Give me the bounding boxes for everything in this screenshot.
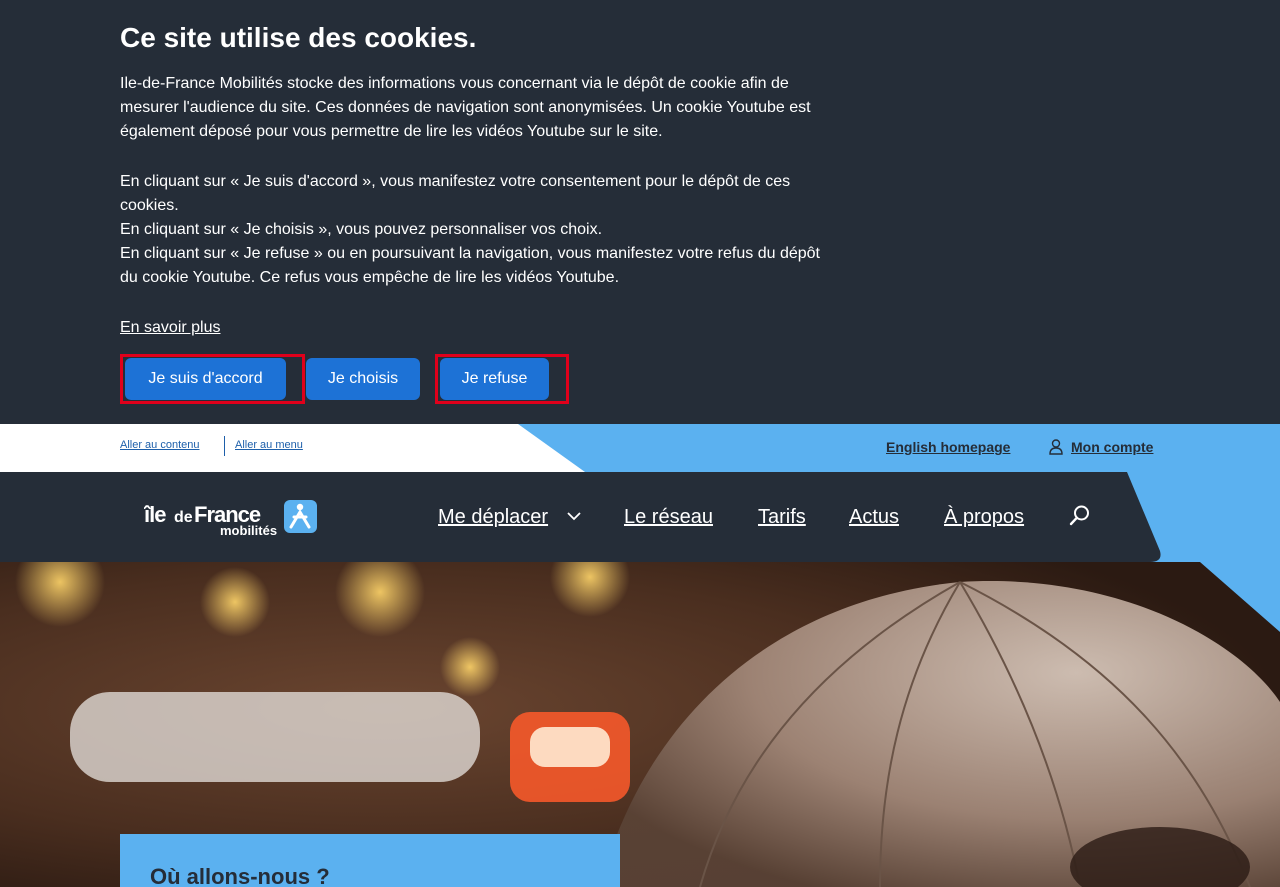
nav-le-reseau[interactable]: Le réseau <box>624 505 713 529</box>
logo-figure-icon <box>284 500 317 533</box>
learn-more-link[interactable]: En savoir plus <box>120 316 221 340</box>
cookie-buttons: Je suis d'accord Je choisis Je refuse <box>120 354 580 404</box>
search-card: Où allons-nous ? <box>120 834 620 887</box>
cookie-consent-refuse-text: En cliquant sur « Je refuse » ou en pour… <box>120 245 820 286</box>
cookie-consent-choose-text: En cliquant sur « Je choisis », vous pou… <box>120 221 603 238</box>
skip-link-divider <box>224 436 225 456</box>
cookie-content: Ce site utilise des cookies. Ile-de-Fran… <box>120 20 820 340</box>
cookie-banner: Ce site utilise des cookies. Ile-de-Fran… <box>0 0 1280 424</box>
nav-actus[interactable]: Actus <box>849 505 899 529</box>
skip-to-menu-link[interactable]: Aller au menu <box>235 439 303 451</box>
nav-a-propos[interactable]: À propos <box>944 505 1024 529</box>
svg-text:mobilités: mobilités <box>220 523 277 538</box>
main-nav: île de France mobilités Me déplacer Le r… <box>0 472 1280 562</box>
cookie-paragraph-2: En cliquant sur « Je suis d'accord », vo… <box>120 170 820 290</box>
search-icon[interactable] <box>1067 503 1093 529</box>
nav-tarifs[interactable]: Tarifs <box>758 505 806 529</box>
logo-graphic: île de France mobilités <box>143 500 317 538</box>
chevron-down-icon[interactable] <box>566 511 582 521</box>
my-account-label: Mon compte <box>1071 439 1154 455</box>
cookie-title: Ce site utilise des cookies. <box>120 22 477 53</box>
my-account-link[interactable]: Mon compte <box>1049 439 1153 455</box>
user-icon <box>1049 439 1063 455</box>
english-homepage-link[interactable]: English homepage <box>886 439 1010 455</box>
refuse-button[interactable]: Je refuse <box>440 358 549 400</box>
skip-to-content-link[interactable]: Aller au contenu <box>120 439 200 451</box>
nav-me-deplacer[interactable]: Me déplacer <box>438 505 548 529</box>
choose-button[interactable]: Je choisis <box>306 358 420 400</box>
svg-text:de: de <box>174 509 193 526</box>
search-card-title: Où allons-nous ? <box>150 864 330 887</box>
cookie-consent-accept-text: En cliquant sur « Je suis d'accord », vo… <box>120 173 791 214</box>
utility-bar: Aller au contenu Aller au menu English h… <box>0 424 1280 472</box>
idfm-logo[interactable]: île de France mobilités <box>143 498 320 538</box>
svg-text:île: île <box>144 502 166 527</box>
accept-button[interactable]: Je suis d'accord <box>125 358 286 400</box>
cookie-paragraph-1: Ile-de-France Mobilités stocke des infor… <box>120 75 811 140</box>
